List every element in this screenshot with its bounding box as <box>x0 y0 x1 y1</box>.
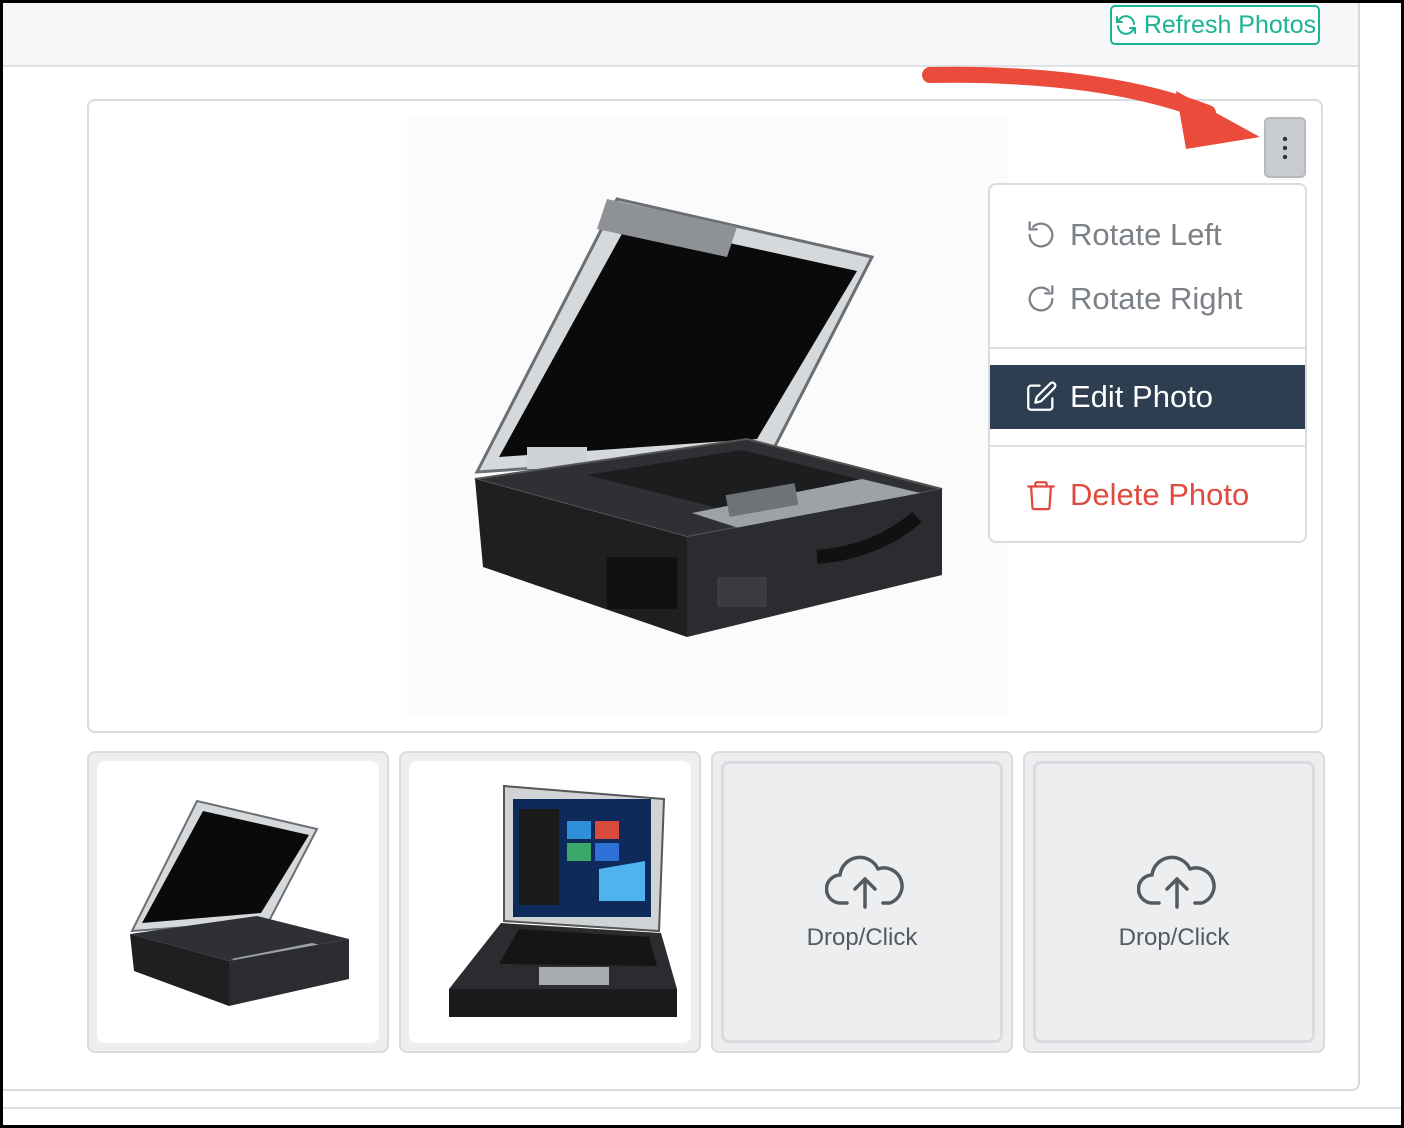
refresh-icon <box>1115 15 1136 35</box>
drop-zone-1[interactable]: Drop/Click <box>711 751 1013 1053</box>
upload-cloud-icon <box>1137 855 1216 909</box>
rotate-left-label: Rotate Left <box>1070 217 1222 252</box>
laptop-image <box>474 197 943 637</box>
laptop-thumb-image <box>130 799 349 1006</box>
thumbnail-image <box>97 761 379 1043</box>
edit-icon <box>1027 381 1057 411</box>
drop-zone-inner: Drop/Click <box>721 761 1003 1043</box>
annotation-arrow-icon <box>922 66 1260 149</box>
drop-label: Drop/Click <box>806 924 918 951</box>
laptop-front-thumb-image <box>449 784 677 1017</box>
rotate-right-item[interactable]: Rotate Right <box>990 267 1305 331</box>
rotate-right-label: Rotate Right <box>1070 281 1243 316</box>
delete-photo-item[interactable]: Delete Photo <box>990 463 1305 527</box>
next-panel-edge <box>3 1107 1401 1125</box>
refresh-photos-label: Refresh Photos <box>1143 10 1317 39</box>
thumbnail-image <box>409 761 691 1043</box>
refresh-photos-button[interactable]: Refresh Photos <box>1110 5 1320 45</box>
delete-photo-label: Delete Photo <box>1070 477 1250 512</box>
drop-label: Drop/Click <box>1118 924 1230 951</box>
edit-photo-item[interactable]: Edit Photo <box>990 365 1305 429</box>
photo-options-menu: Rotate Left Rotate Right Edit Photo Dele… <box>988 183 1307 543</box>
trash-icon <box>1027 481 1055 511</box>
photos-panel: Refresh Photos Rotate Left Rotate Right … <box>3 3 1360 1091</box>
menu-divider <box>990 445 1305 447</box>
edit-photo-label: Edit Photo <box>1070 379 1214 414</box>
drop-zone-inner: Drop/Click <box>1033 761 1315 1043</box>
rotate-left-item[interactable]: Rotate Left <box>990 203 1305 267</box>
thumbnail-2[interactable] <box>399 751 701 1053</box>
rotate-right-icon <box>1028 285 1054 312</box>
main-photo[interactable] <box>407 117 1007 717</box>
upload-cloud-icon <box>825 855 904 909</box>
menu-divider <box>990 347 1305 349</box>
rotate-left-icon <box>1028 221 1054 248</box>
thumbnail-1[interactable] <box>87 751 389 1053</box>
app-frame: Refresh Photos Rotate Left Rotate Right … <box>0 0 1404 1128</box>
drop-zone-2[interactable]: Drop/Click <box>1023 751 1325 1053</box>
